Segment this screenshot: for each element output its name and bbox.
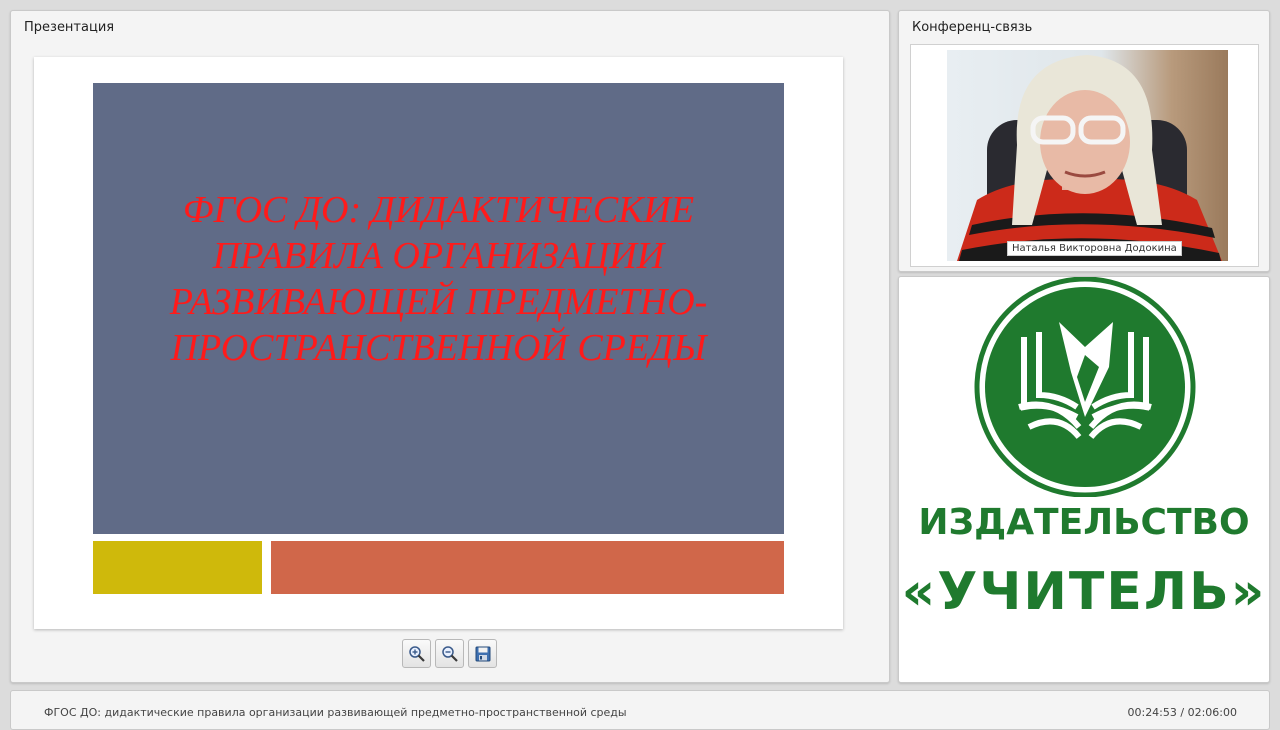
presentation-panel: Презентация ФГОС ДО: ДИДАКТИЧЕСКИЕ ПРАВИ… bbox=[10, 10, 890, 683]
speaker-name-label: Наталья Викторовна Додокина bbox=[1007, 241, 1182, 256]
zoom-out-button[interactable] bbox=[435, 639, 464, 668]
zoom-in-button[interactable] bbox=[402, 639, 431, 668]
slide-frame: ФГОС ДО: ДИДАКТИЧЕСКИЕ ПРАВИЛА ОРГАНИЗАЦ… bbox=[34, 57, 843, 629]
save-button[interactable] bbox=[468, 639, 497, 668]
presentation-panel-title: Презентация bbox=[24, 20, 115, 35]
publisher-logo-emblem bbox=[974, 277, 1196, 497]
zoom-in-icon bbox=[408, 645, 425, 662]
publisher-logo-panel: ИЗДАТЕЛЬСТВО «УЧИТЕЛЬ» bbox=[898, 276, 1270, 683]
status-bar: ФГОС ДО: дидактические правила организац… bbox=[10, 690, 1270, 730]
webinar-title: ФГОС ДО: дидактические правила организац… bbox=[44, 706, 627, 719]
speaker-video[interactable]: Наталья Викторовна Додокина bbox=[947, 50, 1228, 261]
slide-title: ФГОС ДО: ДИДАКТИЧЕСКИЕ ПРАВИЛА ОРГАНИЗАЦ… bbox=[169, 188, 708, 369]
playback-time: 00:24:53 / 02:06:00 bbox=[1127, 706, 1237, 719]
conference-panel-title: Конференц-связь bbox=[912, 20, 1033, 35]
conference-panel: Конференц-связь Наталья Викторовна Додок… bbox=[898, 10, 1270, 272]
slide-accent-yellow bbox=[93, 541, 262, 594]
zoom-out-icon bbox=[441, 645, 458, 662]
publisher-name-line1: ИЗДАТЕЛЬСТВО bbox=[918, 502, 1250, 543]
video-container: Наталья Викторовна Додокина bbox=[910, 44, 1259, 267]
speaker-video-image bbox=[957, 55, 1222, 261]
presentation-toolbar bbox=[402, 639, 497, 669]
slide-main-area: ФГОС ДО: ДИДАКТИЧЕСКИЕ ПРАВИЛА ОРГАНИЗАЦ… bbox=[93, 83, 784, 534]
save-icon bbox=[475, 646, 490, 661]
publisher-name-line2: «УЧИТЕЛЬ» bbox=[901, 562, 1267, 622]
slide-accent-orange bbox=[271, 541, 784, 594]
